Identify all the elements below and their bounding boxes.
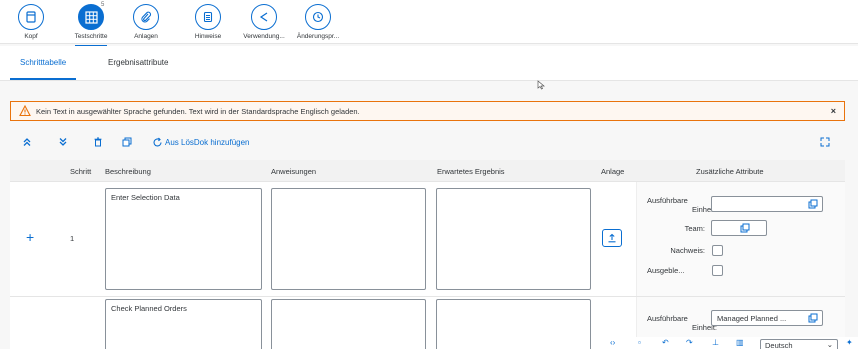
tab-label: Verwendung... <box>243 33 285 40</box>
undo-icon[interactable]: ↶ <box>662 338 669 347</box>
table-toolbar: Aus LösDok hinzufügen <box>10 133 845 155</box>
tab-label: Ergebnisattribute <box>108 58 169 67</box>
chevron-down-icon: ⌄ <box>826 340 833 349</box>
notes-icon <box>195 4 221 30</box>
icon-tab-bar: Kopf 5 Testschritte Anlagen Hinweise Ver… <box>0 0 858 47</box>
description-textarea[interactable]: Enter Selection Data <box>105 188 262 290</box>
tab-verwendung[interactable]: Verwendung... <box>240 4 288 40</box>
tab-ergebnisattribute[interactable]: Ergebnisattribute <box>108 58 168 67</box>
table-header: Schritt Beschreibung Anweisungen Erwarte… <box>10 160 845 182</box>
upload-attachment-button[interactable] <box>602 229 622 247</box>
refresh-icon <box>153 137 162 147</box>
layout-icon[interactable]: ▫ <box>638 338 641 347</box>
tab-aenderungsprotokoll[interactable]: Änderungspr... <box>294 4 342 40</box>
tab-label: Anlagen <box>134 33 158 40</box>
pin-icon[interactable]: ✦ <box>846 338 853 347</box>
proof-checkbox[interactable] <box>712 245 723 256</box>
table-row: + 1 Enter Selection Data Ausführbare Ein… <box>10 182 845 297</box>
hidden-label: Ausgeble... <box>647 266 685 275</box>
delete-button[interactable] <box>93 137 103 147</box>
copy-button[interactable] <box>122 137 132 147</box>
paperclip-icon <box>133 4 159 30</box>
value-help-icon[interactable] <box>808 313 818 323</box>
add-from-solution-doc-button[interactable]: Aus LösDok hinzufügen <box>152 137 250 148</box>
language-select[interactable]: Deutsch ⌄ <box>760 339 838 349</box>
document-icon <box>18 4 44 30</box>
executable-unit-label-1: Ausführbare <box>647 196 688 205</box>
bottom-action-bar: ‹› ▫ ↶ ↷ ⊥ ▥ Deutsch ⌄ ✦ <box>600 337 858 349</box>
warning-text: Kein Text in ausgewählter Sprache gefund… <box>36 106 360 116</box>
executable-unit-label-2: Einheit: <box>691 323 717 332</box>
delete-icon[interactable]: ▥ <box>736 338 744 347</box>
tab-label: Testschritte <box>74 33 108 40</box>
step-number: 1 <box>70 234 75 243</box>
tab-label: Kopf <box>24 33 38 40</box>
team-label: Team: <box>684 224 705 233</box>
executable-unit-value: Managed Planned ... <box>717 314 787 323</box>
move-up-button[interactable] <box>22 137 32 147</box>
executable-unit-label-1: Ausführbare <box>647 314 688 323</box>
tab-label: Änderungspr... <box>296 33 340 40</box>
copy-icon <box>122 137 132 147</box>
value-help-icon[interactable] <box>808 199 818 209</box>
tab-hinweise[interactable]: Hinweise <box>184 4 232 40</box>
sub-tab-bar: Schritttabelle Ergebnisattribute <box>0 46 858 81</box>
tab-testschritte[interactable]: 5 Testschritte <box>67 2 115 47</box>
tab-anlagen[interactable]: Anlagen <box>122 4 170 40</box>
warning-message-strip: Kein Text in ausgewählter Sprache gefund… <box>10 101 845 121</box>
double-chevron-up-icon <box>23 138 31 146</box>
expected-result-textarea[interactable] <box>436 188 591 290</box>
share-icon <box>251 4 277 30</box>
close-warning-button[interactable]: × <box>831 106 836 116</box>
add-from-solution-doc-label: Aus LösDok hinzufügen <box>165 138 250 147</box>
instructions-textarea[interactable] <box>271 299 426 349</box>
move-down-button[interactable] <box>58 137 68 147</box>
tab-schritttabelle[interactable]: Schritttabelle <box>10 58 77 80</box>
column-header-attachment: Anlage <box>601 167 625 176</box>
value-help-icon[interactable] <box>740 223 750 233</box>
description-textarea[interactable]: Check Planned Orders <box>105 299 262 349</box>
fullscreen-button[interactable] <box>820 137 830 147</box>
add-row-button[interactable]: + <box>26 229 34 245</box>
redo-icon[interactable]: ↷ <box>686 338 693 347</box>
additional-attributes-panel: Ausführbare Einheit: Team: Nachweis: Aus… <box>636 182 845 296</box>
test-steps-table: Schritt Beschreibung Anweisungen Erwarte… <box>10 160 845 349</box>
history-clock-icon <box>305 4 331 30</box>
code-icon[interactable]: ‹› <box>610 338 615 347</box>
expand-icon <box>820 137 830 147</box>
upload-icon <box>608 233 616 243</box>
tab-label: Schritttabelle <box>20 58 67 67</box>
executable-unit-label-2: Einheit: <box>691 205 717 214</box>
language-select-value: Deutsch <box>765 341 793 349</box>
warning-icon <box>19 105 31 117</box>
mouse-pointer-icon <box>537 80 545 92</box>
trash-icon <box>94 137 102 147</box>
team-input[interactable] <box>711 220 767 236</box>
column-header-expected-result: Erwartetes Ergebnis <box>437 167 505 176</box>
column-header-step: Schritt <box>70 167 92 176</box>
column-header-instructions: Anweisungen <box>271 167 317 176</box>
column-header-description: Beschreibung <box>105 167 151 176</box>
proof-label: Nachweis: <box>670 246 705 255</box>
tab-count-badge: 5 <box>101 2 105 8</box>
executable-unit-input[interactable]: Managed Planned ... <box>711 310 823 326</box>
executable-unit-input[interactable] <box>711 196 823 212</box>
instructions-textarea[interactable] <box>271 188 426 290</box>
expected-result-textarea[interactable] <box>436 299 591 349</box>
hidden-checkbox[interactable] <box>712 265 723 276</box>
column-header-additional-attributes: Zusätzliche Attribute <box>696 167 764 176</box>
double-chevron-down-icon <box>59 138 67 146</box>
active-tab-indicator <box>10 78 77 80</box>
tab-label: Hinweise <box>194 33 222 40</box>
tab-kopf[interactable]: Kopf <box>7 4 55 40</box>
download-icon[interactable]: ⊥ <box>712 338 719 347</box>
